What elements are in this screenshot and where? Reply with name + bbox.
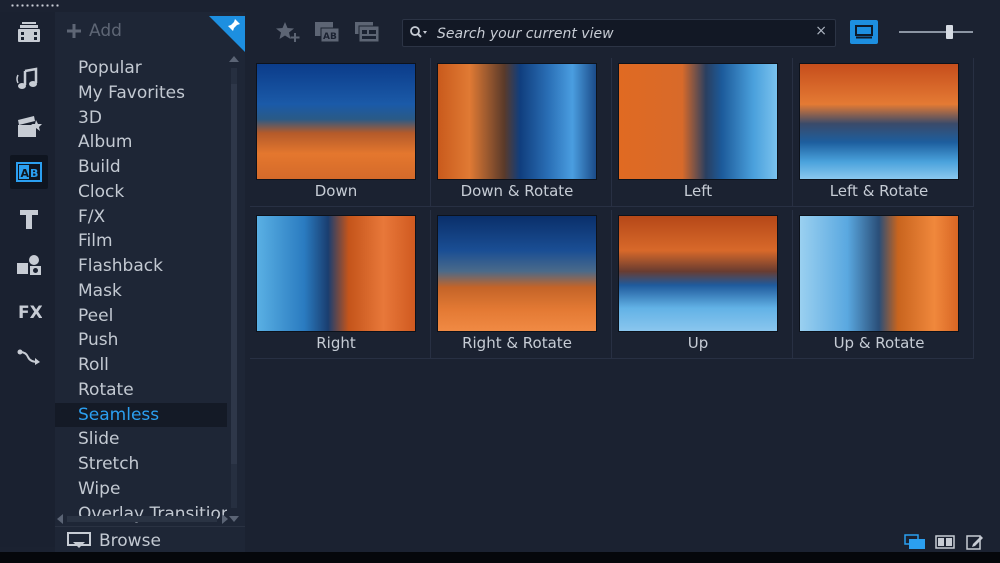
- thumbnail-view-button[interactable]: [850, 20, 878, 44]
- search-box: ×: [402, 19, 836, 47]
- transition-thumbnail[interactable]: Left & Rotate: [793, 58, 974, 207]
- transition-grid: Down Down & Rotate Left Left & Rotate Right R…: [250, 58, 974, 359]
- scroll-up-icon[interactable]: [229, 56, 239, 62]
- title-icon[interactable]: [10, 202, 48, 236]
- category-item[interactable]: Rotate: [55, 378, 227, 403]
- pin-icon[interactable]: [227, 18, 241, 32]
- svg-text:A: A: [21, 167, 30, 180]
- svg-text:FX: FX: [18, 303, 42, 321]
- scroll-thumb[interactable]: [231, 84, 237, 464]
- svg-text:B: B: [30, 167, 38, 180]
- browse-label: Browse: [99, 531, 161, 551]
- category-item[interactable]: Album: [55, 130, 227, 155]
- scroll-left-icon[interactable]: [57, 514, 63, 524]
- library-view-icon[interactable]: [904, 533, 926, 551]
- category-item[interactable]: Mask: [55, 279, 227, 304]
- hscroll-track[interactable]: [67, 516, 217, 522]
- transition-preview-image[interactable]: [437, 63, 597, 180]
- path-icon[interactable]: [10, 340, 48, 374]
- category-item[interactable]: Film: [55, 229, 227, 254]
- transition-preview-image[interactable]: [256, 63, 416, 180]
- category-item[interactable]: Clock: [55, 180, 227, 205]
- clear-icon[interactable]: ×: [815, 23, 827, 39]
- category-item[interactable]: Stretch: [55, 452, 227, 477]
- library-icon-bar: AB FX: [0, 12, 55, 547]
- category-horizontal-scrollbar[interactable]: [55, 512, 230, 524]
- edit-icon[interactable]: [964, 533, 986, 551]
- bottom-view-controls: [904, 533, 994, 553]
- transition-icon[interactable]: AB: [10, 155, 48, 189]
- transition-preview-image[interactable]: [799, 63, 959, 180]
- category-item[interactable]: Flashback: [55, 254, 227, 279]
- plus-icon: [67, 24, 81, 38]
- category-item[interactable]: My Favorites: [55, 81, 227, 106]
- thumbnail-view-icon: [855, 25, 873, 39]
- scroll-down-icon[interactable]: [229, 516, 239, 522]
- transition-preview-image[interactable]: [618, 63, 778, 180]
- browse-icon: [67, 532, 91, 548]
- search-input[interactable]: [435, 22, 809, 46]
- browse-button[interactable]: Browse: [55, 526, 245, 555]
- graphics-icon[interactable]: [10, 248, 48, 282]
- apply-all-button[interactable]: [352, 18, 382, 46]
- category-item[interactable]: Build: [55, 155, 227, 180]
- category-item[interactable]: 3D: [55, 106, 227, 131]
- transition-label: Right & Rotate: [462, 334, 572, 352]
- category-item[interactable]: Seamless: [55, 402, 227, 428]
- transition-preview-image[interactable]: [799, 215, 959, 332]
- category-panel: Add Popular My Favorites 3D Album Build Clock…: [55, 12, 245, 552]
- transition-label: Up & Rotate: [833, 334, 925, 352]
- svg-text:AB: AB: [323, 32, 337, 42]
- transition-preview-image[interactable]: [437, 215, 597, 332]
- transition-preview-image[interactable]: [256, 215, 416, 332]
- audio-icon[interactable]: [10, 62, 48, 96]
- library-toolbar: AB ×: [245, 12, 1000, 54]
- transition-label: Left & Rotate: [829, 182, 929, 200]
- transition-label: Down: [314, 182, 358, 200]
- category-item[interactable]: Popular: [55, 56, 227, 81]
- instant-project-icon[interactable]: [10, 110, 48, 144]
- transition-thumbnail[interactable]: Down & Rotate: [431, 58, 612, 207]
- transition-thumbnail[interactable]: Left: [612, 58, 793, 207]
- add-favorite-button[interactable]: [273, 18, 303, 46]
- transition-thumbnail[interactable]: Up & Rotate: [793, 210, 974, 359]
- fx-icon[interactable]: FX: [10, 294, 48, 328]
- transition-thumbnail[interactable]: Right: [250, 210, 431, 359]
- category-item[interactable]: Push: [55, 328, 227, 353]
- apply-transition-button[interactable]: AB: [312, 18, 342, 46]
- add-bar: Add: [55, 12, 245, 52]
- scroll-right-icon[interactable]: [222, 514, 228, 524]
- category-item[interactable]: Slide: [55, 427, 227, 452]
- category-item[interactable]: F/X: [55, 205, 227, 230]
- window-bottom-edge: [0, 552, 1000, 563]
- transition-thumbnail[interactable]: Up: [612, 210, 793, 359]
- category-item[interactable]: Peel: [55, 304, 227, 329]
- transition-thumbnail[interactable]: Right & Rotate: [431, 210, 612, 359]
- apply-transition-icon: AB: [315, 22, 340, 43]
- transition-preview-image[interactable]: [618, 215, 778, 332]
- drag-handle[interactable]: [10, 4, 60, 7]
- zoom-slider-knob[interactable]: [946, 25, 953, 39]
- add-favorite-icon: [276, 22, 300, 42]
- media-icon[interactable]: [10, 16, 48, 50]
- category-vertical-scrollbar[interactable]: [229, 56, 239, 522]
- add-label: Add: [89, 21, 122, 41]
- transition-label: Down & Rotate: [460, 182, 574, 200]
- library-panel: AB FX Add Popular My Favorites 3D Album Buil…: [0, 0, 1000, 563]
- transition-label: Up: [687, 334, 709, 352]
- category-list: Popular My Favorites 3D Album Build Clock F/X F…: [55, 56, 227, 526]
- category-item[interactable]: Wipe: [55, 477, 227, 502]
- transition-label: Left: [683, 182, 713, 200]
- category-item[interactable]: Roll: [55, 353, 227, 378]
- add-category-button[interactable]: Add: [67, 21, 122, 41]
- split-view-icon[interactable]: [934, 533, 956, 551]
- apply-all-icon: [355, 22, 380, 43]
- transition-thumbnail[interactable]: Down: [250, 58, 431, 207]
- search-icon[interactable]: [409, 25, 429, 41]
- transition-label: Right: [316, 334, 356, 352]
- thumbnail-zoom-slider[interactable]: [899, 25, 973, 39]
